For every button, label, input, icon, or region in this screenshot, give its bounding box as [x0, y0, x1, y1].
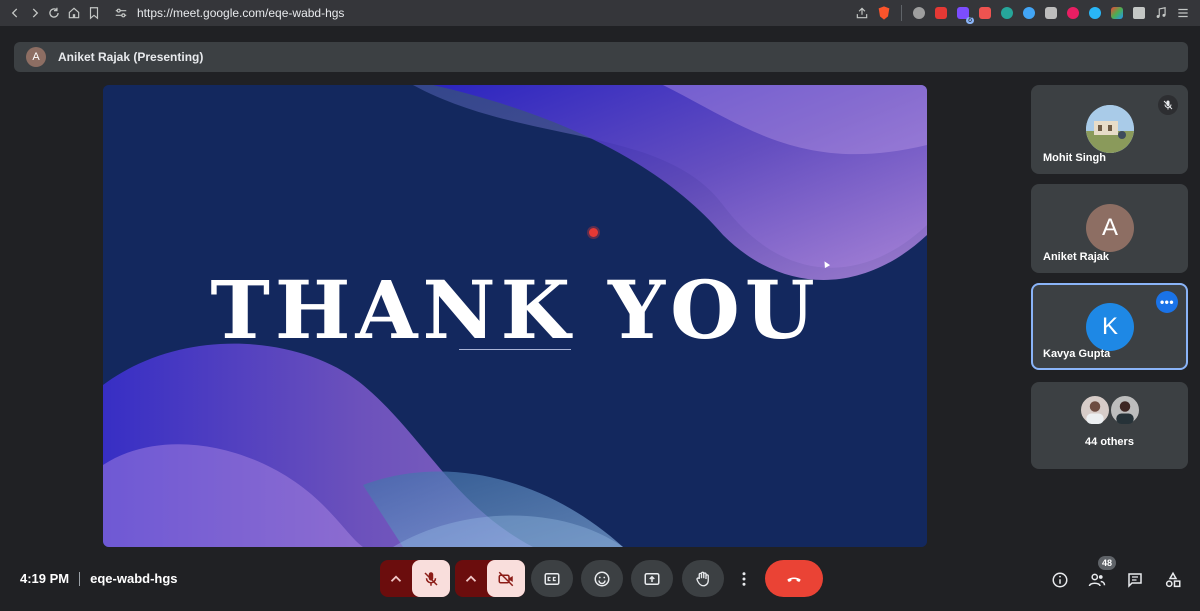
- mic-off-icon: [424, 571, 438, 586]
- home-icon: [69, 7, 80, 19]
- avatar: [1079, 394, 1111, 426]
- extension-icon[interactable]: [974, 2, 996, 24]
- captions-button[interactable]: [531, 560, 573, 597]
- camera-control-group: [455, 560, 525, 597]
- meeting-info: 4:19 PM eqe-wabd-hgs: [20, 571, 178, 586]
- extension-icon[interactable]: [1018, 2, 1040, 24]
- participant-tile-aniket[interactable]: A Aniket Rajak: [1031, 184, 1188, 273]
- brave-shield-icon[interactable]: [873, 2, 895, 24]
- video-settings-button[interactable]: [455, 560, 487, 597]
- chevron-up-icon: [465, 574, 477, 582]
- people-button[interactable]: [1085, 568, 1109, 592]
- camera-off-icon: [498, 571, 514, 586]
- raise-hand-button[interactable]: [682, 560, 724, 597]
- participant-name: Aniket Rajak: [1043, 251, 1110, 263]
- extension-icon[interactable]: [908, 2, 930, 24]
- presenting-label: Aniket Rajak (Presenting): [58, 50, 204, 64]
- shapes-icon: [1165, 571, 1181, 588]
- slide-title: THANK YOU: [210, 263, 820, 357]
- home-button[interactable]: [65, 2, 83, 24]
- reload-button[interactable]: [46, 2, 64, 24]
- audio-settings-button[interactable]: [380, 560, 412, 597]
- info-divider: [79, 571, 81, 586]
- presentation-screen: THANK YOU: [103, 85, 927, 547]
- reload-icon: [49, 7, 60, 18]
- more-options-button[interactable]: •••: [1156, 291, 1178, 313]
- extension-icon[interactable]: [1106, 2, 1128, 24]
- chevron-right-icon: [32, 8, 38, 18]
- extension-icon[interactable]: [930, 2, 952, 24]
- puzzle-icon[interactable]: [1128, 2, 1150, 24]
- bookmark-icon: [89, 7, 99, 20]
- url-text: https://meet.google.com/eqe-wabd-hgs: [136, 6, 345, 20]
- extension-icon[interactable]: [996, 2, 1018, 24]
- share-icon[interactable]: [851, 2, 873, 24]
- extension-badge: 6: [966, 17, 974, 24]
- present-icon: [644, 572, 660, 585]
- others-avatars: [1079, 394, 1143, 426]
- others-tile[interactable]: 44 others: [1031, 382, 1188, 469]
- more-vert-icon: [742, 571, 746, 586]
- mic-control-group: [380, 560, 450, 597]
- music-icon[interactable]: [1150, 2, 1172, 24]
- avatar: [1109, 394, 1141, 426]
- extension-icon[interactable]: [1062, 2, 1084, 24]
- others-count: 44 others: [1085, 436, 1134, 448]
- participant-tile-mohit[interactable]: Mohit Singh: [1031, 85, 1188, 174]
- laser-pointer: [589, 228, 598, 237]
- meeting-controls-bar: 4:19 PM eqe-wabd-hgs 48: [0, 556, 1200, 611]
- camera-toggle-button[interactable]: [487, 560, 525, 597]
- bookmark-button[interactable]: [85, 2, 103, 24]
- leave-call-button[interactable]: [765, 560, 823, 597]
- meeting-code: eqe-wabd-hgs: [90, 571, 178, 586]
- extension-icon[interactable]: [1040, 2, 1062, 24]
- site-settings-icon[interactable]: [111, 6, 131, 20]
- avatar: K: [1086, 303, 1134, 351]
- extension-icon[interactable]: [1084, 2, 1106, 24]
- participant-tile-kavya[interactable]: K ••• Kavya Gupta: [1031, 283, 1188, 370]
- avatar: [1086, 105, 1134, 153]
- meeting-time: 4:19 PM: [20, 571, 70, 586]
- menu-icon[interactable]: [1172, 2, 1194, 24]
- people-icon: [1088, 573, 1106, 587]
- participant-name: Kavya Gupta: [1043, 348, 1111, 360]
- presenter-avatar: A: [26, 47, 46, 67]
- presenting-banner: A Aniket Rajak (Presenting): [14, 42, 1188, 72]
- hand-icon: [696, 571, 709, 586]
- meeting-details-button[interactable]: [1048, 568, 1072, 592]
- closed-captions-icon: [544, 572, 560, 585]
- activities-button[interactable]: [1161, 568, 1185, 592]
- chat-icon: [1128, 573, 1142, 588]
- address-bar[interactable]: https://meet.google.com/eqe-wabd-hgs: [111, 3, 851, 23]
- mic-toggle-button[interactable]: [412, 560, 450, 597]
- chevron-up-icon: [390, 574, 402, 582]
- mic-off-icon: [1163, 100, 1173, 110]
- back-button[interactable]: [6, 2, 24, 24]
- chevron-left-icon: [11, 8, 18, 18]
- browser-toolbar: https://meet.google.com/eqe-wabd-hgs 6: [0, 0, 1200, 26]
- present-screen-button[interactable]: [631, 560, 673, 597]
- profile-photo: [1086, 105, 1134, 153]
- toolbar-divider: [901, 5, 902, 21]
- info-icon: [1052, 572, 1068, 588]
- muted-indicator: [1158, 95, 1178, 115]
- slide-underline: [459, 349, 571, 350]
- extension-icon[interactable]: 6: [952, 2, 974, 24]
- hang-up-icon: [787, 577, 801, 582]
- forward-button[interactable]: [26, 2, 44, 24]
- reactions-button[interactable]: [581, 560, 623, 597]
- participant-count-badge: 48: [1098, 556, 1117, 570]
- chat-button[interactable]: [1123, 568, 1147, 592]
- participant-name: Mohit Singh: [1043, 152, 1106, 164]
- emoji-icon: [594, 571, 610, 586]
- more-options-button[interactable]: [733, 560, 755, 597]
- avatar: A: [1086, 204, 1134, 252]
